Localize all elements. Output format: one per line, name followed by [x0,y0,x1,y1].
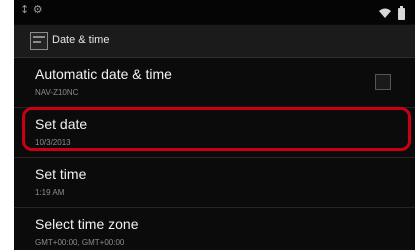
setting-title: Set date [35,116,88,132]
settings-app-icon[interactable] [30,32,48,50]
automatic-date-time-checkbox[interactable] [375,74,391,90]
battery-icon [398,5,405,20]
setting-title: Automatic date & time [35,66,172,82]
status-right-icons [378,4,405,23]
action-bar: Date & time [14,25,415,58]
setting-title: Select time zone [35,216,139,232]
set-date-item[interactable]: Set date 10/3/2013 [14,108,415,158]
set-time-item[interactable]: Set time 1:19 AM [14,158,415,208]
setting-summary: 10/3/2013 [35,138,71,147]
setting-summary: GMT+00:00, GMT+00:00 [35,238,125,247]
page-title: Date & time [52,34,110,46]
wifi-icon [378,4,392,23]
setting-summary: NAV-Z10NC [35,88,79,97]
android-settings-screen: ↕ ⚙ Date & time Automatic date & time NA… [14,0,415,250]
setting-title: Set time [35,166,87,182]
select-time-zone-item[interactable]: Select time zone GMT+00:00, GMT+00:00 [14,208,415,250]
status-left-icons: ↕ ⚙ [20,3,43,16]
status-bar: ↕ ⚙ [14,0,415,24]
automatic-date-time-item[interactable]: Automatic date & time NAV-Z10NC [14,58,415,108]
setting-summary: 1:19 AM [35,188,65,197]
settings-list: Automatic date & time NAV-Z10NC Set date… [14,58,415,250]
